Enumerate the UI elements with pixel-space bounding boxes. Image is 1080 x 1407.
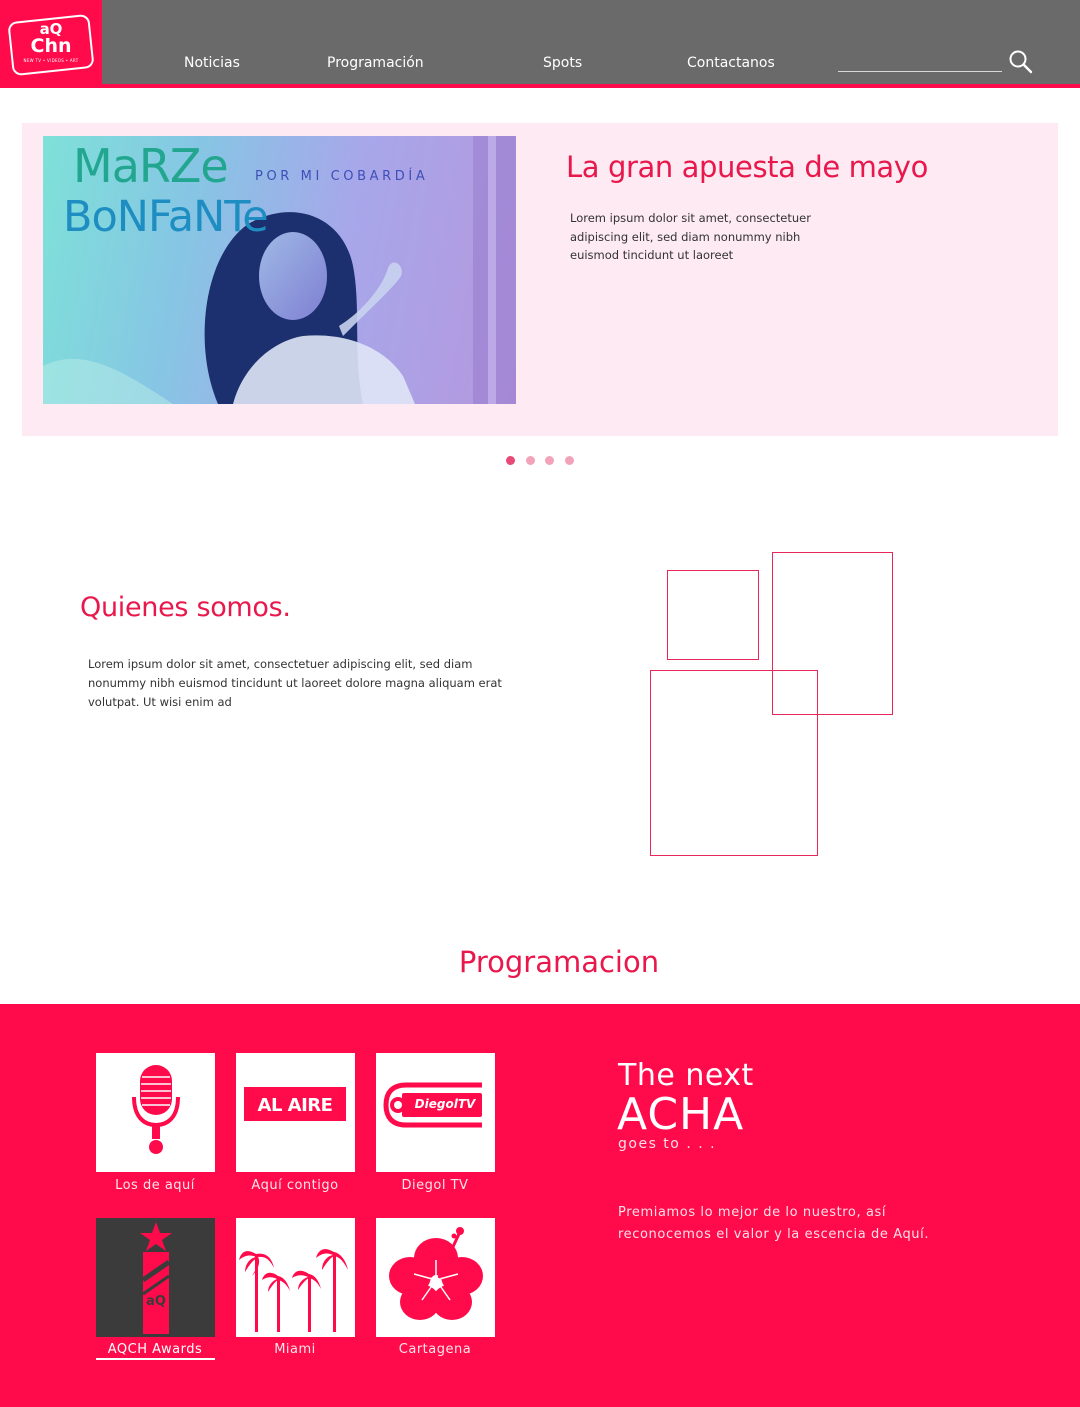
program-tile-los-de-aqui[interactable]: [96, 1053, 215, 1172]
hibiscus-flower-icon: [389, 1227, 483, 1320]
hero-title: La gran apuesta de mayo: [566, 150, 928, 184]
album-artist-line1: MaRZe: [73, 139, 229, 193]
decor-square-large: [650, 670, 818, 856]
program-tile-cartagena[interactable]: [376, 1218, 495, 1337]
carousel-dot-1[interactable]: [506, 456, 515, 465]
program-label-aqch-awards[interactable]: AQCH Awards: [85, 1342, 225, 1357]
decor-square-small: [667, 570, 759, 660]
nav-link-noticias[interactable]: Noticias: [184, 55, 240, 71]
palm-trees-icon: [239, 1249, 348, 1332]
al-aire-text: AL AIRE: [257, 1095, 333, 1116]
award-aq-text: aQ: [146, 1294, 166, 1309]
search-icon[interactable]: [1006, 48, 1034, 76]
acha-heading-line3: goes to . . .: [618, 1136, 717, 1152]
search-input[interactable]: [838, 58, 1002, 72]
nav-link-programacion[interactable]: Programación: [327, 55, 424, 71]
album-artist-line2: BoNFaNTe: [63, 192, 269, 242]
award-trophy-icon: [140, 1222, 172, 1334]
program-tile-aqui-contigo[interactable]: AL AIRE: [236, 1053, 355, 1172]
program-tile-miami[interactable]: [236, 1218, 355, 1337]
program-label-diegol-tv[interactable]: Diegol TV: [365, 1178, 505, 1193]
logo-tagline: NEW TV • VIDEOS • ART: [23, 58, 79, 63]
top-navbar: aQ Chn NEW TV • VIDEOS • ART Noticias Pr…: [0, 0, 1080, 88]
carousel-dot-4[interactable]: [565, 456, 574, 465]
program-label-los-de-aqui[interactable]: Los de aquí: [85, 1178, 225, 1193]
program-label-miami[interactable]: Miami: [225, 1342, 365, 1357]
acha-heading-main: ACHA: [617, 1089, 745, 1140]
about-description: Lorem ipsum dolor sit amet, consectetuer…: [88, 657, 502, 709]
diegoltv-logo-icon: [383, 1082, 482, 1128]
hero-carousel-slide: MaRZe BoNFaNTe POR MI COBARDÍA La gran a…: [22, 123, 1058, 436]
acha-heading-line1: The next: [618, 1058, 754, 1093]
program-tile-diegol-tv[interactable]: DiegolTV: [376, 1053, 495, 1172]
program-tile-aqch-awards[interactable]: aQ: [96, 1218, 215, 1337]
active-tab-underline: [96, 1358, 215, 1360]
hero-album-image[interactable]: MaRZe BoNFaNTe POR MI COBARDÍA: [43, 136, 516, 404]
program-label-cartagena[interactable]: Cartagena: [365, 1342, 505, 1357]
microphone-icon: [132, 1065, 180, 1154]
hero-description: Lorem ipsum dolor sit amet, consectetuer…: [570, 211, 811, 262]
carousel-dot-2[interactable]: [526, 456, 535, 465]
programacion-heading: Programacion: [458, 945, 660, 979]
nav-link-spots[interactable]: Spots: [543, 55, 582, 71]
about-heading: Quienes somos.: [80, 592, 291, 623]
acha-description: Premiamos lo mejor de lo nuestro, así re…: [618, 1205, 930, 1242]
program-label-aqui-contigo[interactable]: Aquí contigo: [225, 1178, 365, 1193]
diegoltv-text: DiegolTV: [414, 1097, 476, 1111]
album-song-title: POR MI COBARDÍA: [255, 169, 429, 184]
logo-main-text: Chn: [30, 35, 72, 57]
nav-link-contactanos[interactable]: Contactanos: [687, 55, 775, 71]
site-logo[interactable]: aQ Chn NEW TV • VIDEOS • ART: [0, 0, 102, 88]
carousel-dot-3[interactable]: [545, 456, 554, 465]
